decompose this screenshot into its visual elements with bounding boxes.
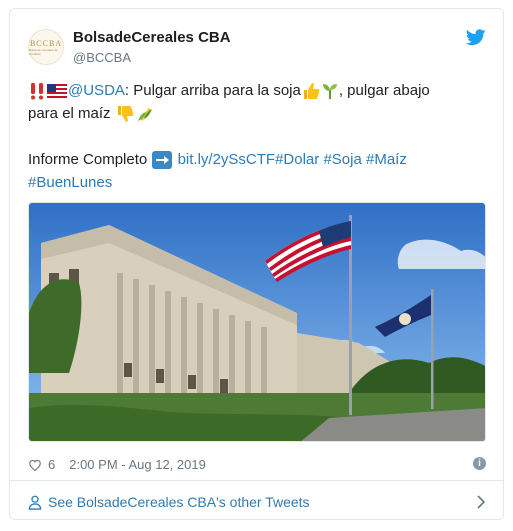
building-photo-illustration <box>29 203 485 441</box>
tweet-text-segment-2: , pulgar abajo <box>338 82 430 99</box>
like-count[interactable]: 6 <box>48 457 55 472</box>
twitter-bird-icon[interactable] <box>466 29 486 46</box>
chevron-right-icon[interactable] <box>476 495 486 509</box>
seedling-icon <box>322 84 337 100</box>
avatar-logo-subtext: Bolsa de Cereales de Córdoba <box>29 47 58 56</box>
tweet-text-segment-1: : Pulgar arriba para la soja <box>124 82 301 99</box>
tweet-line-3: Informe Completo bit.ly/2ySsCTF#Dolar #S… <box>28 148 478 171</box>
thumbs-up-icon <box>303 83 320 100</box>
right-arrow-icon <box>152 151 173 170</box>
mention-usda[interactable]: @USDA <box>68 82 125 99</box>
heart-icon[interactable] <box>28 458 42 471</box>
tweet-text-segment-3: para el maíz <box>28 105 111 122</box>
tweet-photo[interactable] <box>28 202 486 442</box>
tweet-meta: 6 2:00 PM - Aug 12, 2019 i <box>28 454 486 474</box>
informe-label: Informe Completo <box>28 151 148 168</box>
tweet-line-1: @USDA: Pulgar arriba para la soja , pulg… <box>28 79 478 102</box>
tweet-line-4: #BuenLunes <box>28 171 478 194</box>
author-handle[interactable]: @BCCBA <box>73 50 131 65</box>
hashtag-soja[interactable]: #Soja <box>323 151 361 168</box>
tweet-card: BCCBA Bolsa de Cereales de Córdoba Bolsa… <box>9 8 504 520</box>
hashtag-dolar[interactable]: #Dolar <box>275 151 319 168</box>
hashtag-maiz[interactable]: #Maíz <box>366 151 407 168</box>
thumbs-down-icon <box>117 106 134 123</box>
timestamp[interactable]: 2:00 PM - Aug 12, 2019 <box>69 457 206 472</box>
double-exclamation-icon <box>31 83 43 100</box>
info-icon[interactable]: i <box>473 457 486 470</box>
short-link[interactable]: bit.ly/2ySsCTF <box>178 151 276 168</box>
author-name[interactable]: BolsadeCereales CBA <box>73 29 231 46</box>
tweet-line-2: para el maíz <box>28 102 478 125</box>
tweet-text: @USDA: Pulgar arriba para la soja , pulg… <box>28 79 478 194</box>
divider <box>10 480 503 481</box>
us-flag-icon <box>47 84 67 99</box>
hashtag-buenlunes[interactable]: #BuenLunes <box>28 174 112 191</box>
person-icon <box>28 495 42 510</box>
avatar[interactable]: BCCBA Bolsa de Cereales de Córdoba <box>28 29 64 65</box>
avatar-logo-text: BCCBA <box>29 38 63 48</box>
other-tweets-link[interactable]: See BolsadeCereales CBA's other Tweets <box>28 492 486 512</box>
corn-icon <box>137 108 152 122</box>
other-tweets-label[interactable]: See BolsadeCereales CBA's other Tweets <box>48 494 310 510</box>
